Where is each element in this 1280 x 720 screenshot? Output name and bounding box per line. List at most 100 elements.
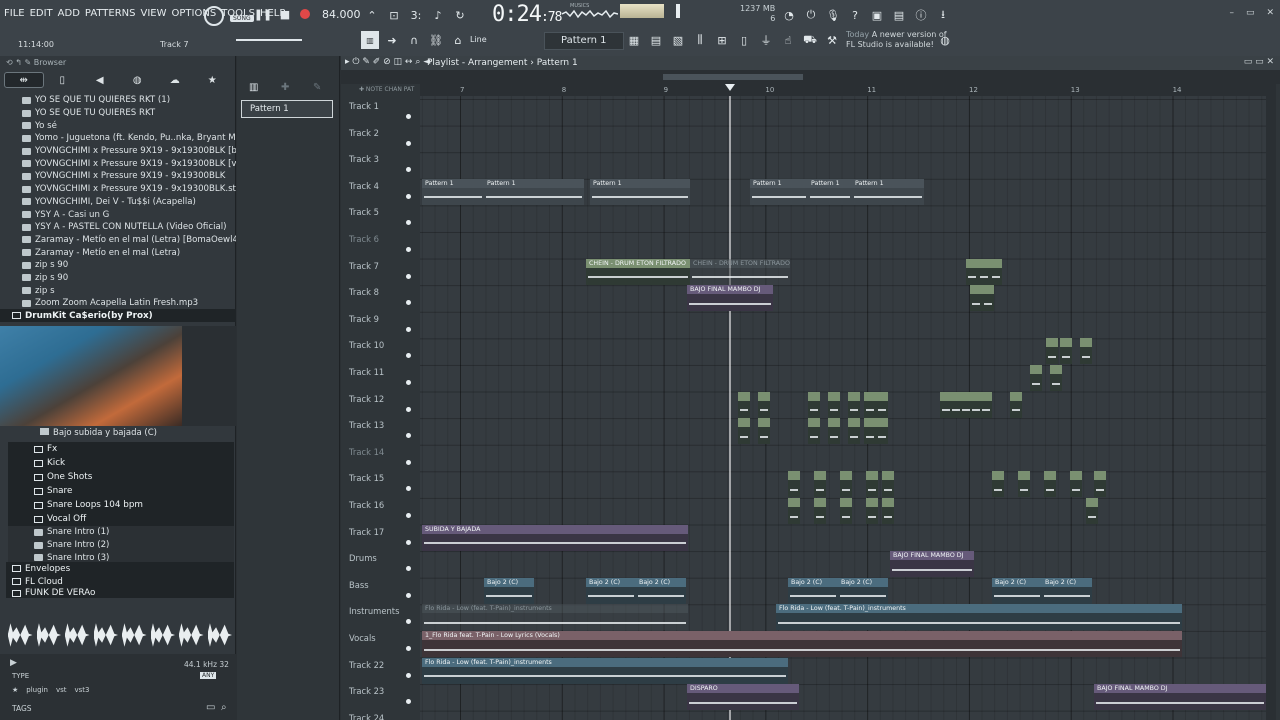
playlist-clip[interactable] xyxy=(970,285,982,312)
playlist-overview[interactable] xyxy=(341,70,1280,84)
track-header[interactable]: Vocals xyxy=(341,631,417,658)
playlist-clip[interactable]: Bajo 2 (C) xyxy=(484,577,534,604)
playlist-clip[interactable] xyxy=(848,391,860,418)
track-enable-led[interactable] xyxy=(406,433,411,439)
pitch-slider[interactable] xyxy=(676,4,680,18)
track-enable-led[interactable] xyxy=(406,300,411,306)
playlist-clip[interactable]: Bajo 2 (C) xyxy=(992,577,1042,604)
playlist-clip[interactable] xyxy=(808,391,820,418)
track-header[interactable]: Track 7 xyxy=(341,259,417,286)
playlist-clip[interactable]: Flo Rida - Low (feat. T-Pain)_instrument… xyxy=(776,604,1182,631)
wait-input-icon[interactable]: ⊡ xyxy=(384,6,404,24)
playlist-clip[interactable] xyxy=(990,258,1002,285)
vertical-scrollbar[interactable] xyxy=(1266,84,1276,720)
track-enable-led[interactable] xyxy=(406,406,411,412)
list-item[interactable]: YSY A - PASTEL CON NUTELLA (Video Oficia… xyxy=(0,221,236,234)
playlist-clip[interactable] xyxy=(864,391,876,418)
loop-record-icon[interactable]: ↻ xyxy=(450,6,470,24)
playlist-clip[interactable]: Flo Rida - Low (feat. T-Pain)_instrument… xyxy=(422,657,788,684)
picker-edit-icon[interactable]: ✎ xyxy=(313,82,321,93)
playlist-clip[interactable] xyxy=(1094,471,1106,498)
track-enable-led[interactable] xyxy=(406,273,411,279)
playlist-clip[interactable]: Bajo 2 (C) xyxy=(838,577,888,604)
playlist-clip[interactable]: 1_Flo Rida feat. T-Pain - Low Lyrics (Vo… xyxy=(422,631,1182,657)
track-header[interactable]: Drums xyxy=(341,551,417,578)
blend-notes-icon[interactable]: ♪ xyxy=(428,6,448,24)
folder-envelopes[interactable]: Envelopes xyxy=(6,562,234,575)
track-enable-led[interactable] xyxy=(406,167,411,173)
menu-patterns[interactable]: PATTERNS xyxy=(85,8,136,19)
track-header[interactable]: Track 11 xyxy=(341,365,417,392)
playlist-clip[interactable] xyxy=(828,418,840,445)
folder-snare[interactable]: Snare xyxy=(8,484,234,498)
save-icon[interactable]: ▣ xyxy=(868,6,886,24)
playlist-clip[interactable] xyxy=(1070,471,1082,498)
undo-history-icon[interactable]: ◔ xyxy=(780,6,798,24)
maximize-icon[interactable]: ▭ xyxy=(1246,8,1255,18)
playlist-clip[interactable]: Pattern 1 xyxy=(852,178,924,205)
track-options-icon[interactable]: ✚ NOTE CHAN PAT xyxy=(359,86,414,93)
playlist-clip[interactable]: Bajo 2 (C) xyxy=(636,577,686,604)
sample-waveform-preview[interactable] xyxy=(8,618,232,652)
playlist-clip[interactable] xyxy=(738,391,750,418)
track-header[interactable]: Instruments xyxy=(341,604,417,631)
list-item[interactable]: Zaramay - Metío en el mal (Letra) xyxy=(0,246,236,259)
tag-vst[interactable]: vst xyxy=(56,686,67,694)
playlist-clip[interactable] xyxy=(758,391,770,418)
folder-one-shots[interactable]: One Shots xyxy=(8,470,234,484)
playlist-clip[interactable]: Pattern 1 xyxy=(484,178,584,205)
magnet-icon[interactable]: ∩ xyxy=(406,32,422,48)
playlist-clip[interactable] xyxy=(840,471,852,498)
tempo-display[interactable]: 84.000 xyxy=(322,8,361,21)
preview-play-icon[interactable]: ▶ xyxy=(10,658,17,668)
song-mode-toggle[interactable]: SONG xyxy=(230,12,254,22)
playlist-clip[interactable]: DISPARO xyxy=(687,684,799,711)
list-item[interactable]: Yomo - Juguetona (ft. Kendo, Pu..nka, Br… xyxy=(0,132,236,145)
track-enable-led[interactable] xyxy=(406,672,411,678)
list-item[interactable]: zip s 90 xyxy=(0,259,236,272)
tab-cloud-icon[interactable]: ☁ xyxy=(156,72,194,88)
playlist-clip[interactable] xyxy=(1050,365,1062,391)
playlist-clip[interactable] xyxy=(814,471,826,498)
playhead-marker[interactable] xyxy=(725,84,735,91)
track-header[interactable]: Track 9 xyxy=(341,312,417,339)
track-enable-led[interactable] xyxy=(406,114,411,119)
playlist-clip[interactable]: Bajo 2 (C) xyxy=(1042,577,1092,604)
playlist-clip[interactable]: CHEIN - DRUM ETON FILTRADO xyxy=(690,258,790,285)
wrench-icon[interactable]: ⚒ xyxy=(824,32,840,48)
file-icon[interactable]: ▯ xyxy=(736,32,752,48)
track-enable-led[interactable] xyxy=(406,619,411,625)
playlist-clip[interactable] xyxy=(1044,471,1056,498)
tag-plugin[interactable]: plugin xyxy=(26,686,48,694)
track-enable-led[interactable] xyxy=(406,193,411,199)
metronome-icon[interactable]: ⌃ xyxy=(362,6,382,24)
track-enable-led[interactable] xyxy=(406,646,411,651)
playlist-clip[interactable] xyxy=(876,418,888,445)
tab-speaker-icon[interactable]: ◀ xyxy=(81,72,119,88)
microphone-icon[interactable]: 🎙 xyxy=(824,6,842,24)
playlist-clip[interactable] xyxy=(864,418,876,445)
list-item[interactable]: YOVNGCHIMI x Pressure 9X19 - 9x19300BLK … xyxy=(0,157,236,170)
track-header[interactable]: Track 24 xyxy=(341,711,417,720)
track-header[interactable]: Track 23 xyxy=(341,684,417,711)
playlist-clip[interactable] xyxy=(982,285,994,312)
tab-all-icon[interactable]: ⇹ xyxy=(4,72,44,88)
track-enable-led[interactable] xyxy=(406,326,411,332)
song-time-display[interactable]: 0:24:78 xyxy=(492,2,562,27)
type-any-badge[interactable]: ANY xyxy=(200,672,217,679)
playlist-clip[interactable] xyxy=(978,258,990,285)
folder-fl-cloud[interactable]: FL Cloud xyxy=(6,575,234,588)
playlist-clip[interactable] xyxy=(848,418,860,445)
picker-patterns-icon[interactable]: ▥ xyxy=(249,82,258,93)
track-header[interactable]: Bass xyxy=(341,578,417,605)
playlist-clip[interactable]: BAJO FINAL MAMBO DJ xyxy=(890,551,974,578)
file-bajo-subida[interactable]: Bajo subida y bajada (C) xyxy=(40,428,157,438)
mixer-icon[interactable]: ⫼ xyxy=(692,32,708,48)
playlist-clip[interactable]: Bajo 2 (C) xyxy=(586,577,636,604)
globe-icon[interactable]: ◍ xyxy=(938,33,952,47)
track-enable-led[interactable] xyxy=(406,380,411,385)
folder-icon[interactable]: ▭ xyxy=(206,702,215,713)
track-header[interactable]: Track 15 xyxy=(341,471,417,498)
close-icon[interactable]: ✕ xyxy=(1266,8,1274,18)
folder-vocal-off[interactable]: Vocal Off xyxy=(8,512,234,526)
